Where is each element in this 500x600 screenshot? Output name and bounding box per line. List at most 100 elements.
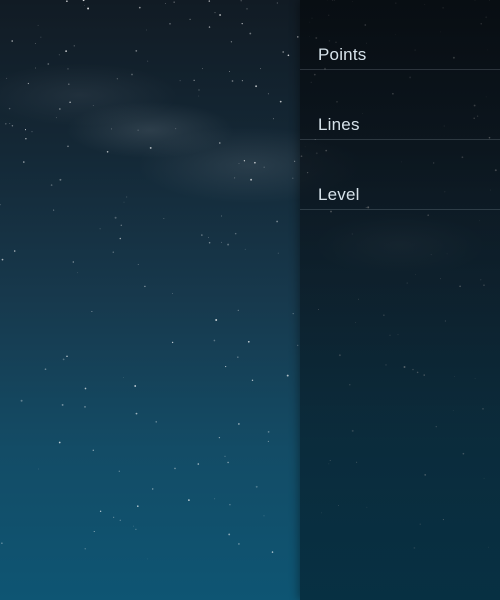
star: [172, 293, 173, 294]
star: [55, 117, 57, 119]
star: [123, 377, 124, 378]
star: [9, 123, 11, 124]
star: [276, 220, 278, 223]
star: [237, 356, 239, 358]
star: [53, 209, 55, 211]
star: [5, 123, 7, 125]
star: [294, 160, 296, 162]
star: [255, 85, 258, 88]
star: [276, 2, 278, 4]
star: [61, 403, 64, 406]
star: [135, 412, 138, 415]
star: [66, 355, 68, 358]
star: [106, 151, 109, 153]
star: [227, 461, 229, 464]
star: [179, 80, 181, 82]
star: [234, 232, 237, 235]
star: [273, 118, 274, 120]
lines-label: Lines: [318, 115, 360, 134]
star: [8, 107, 11, 110]
star: [282, 51, 285, 53]
star: [99, 228, 101, 230]
star: [1, 258, 4, 261]
star: [231, 80, 234, 82]
star: [189, 18, 191, 21]
star: [126, 196, 128, 198]
star: [237, 309, 239, 312]
star: [66, 0, 68, 3]
star: [133, 525, 134, 527]
lines-row: Lines: [300, 70, 500, 140]
star: [69, 101, 71, 104]
star: [119, 519, 121, 521]
points-label: Points: [318, 45, 367, 64]
star: [198, 89, 200, 91]
star: [221, 241, 222, 243]
star: [13, 250, 16, 252]
star: [286, 374, 289, 377]
star: [123, 201, 125, 203]
star: [207, 236, 209, 238]
star: [111, 128, 113, 130]
star: [297, 36, 299, 38]
star: [155, 421, 157, 423]
star: [62, 358, 65, 361]
star: [59, 178, 62, 181]
star: [120, 224, 123, 226]
star: [198, 95, 200, 97]
star: [116, 78, 118, 80]
star: [224, 455, 226, 457]
star: [83, 5, 85, 6]
star: [250, 178, 253, 181]
star: [227, 243, 230, 246]
star: [292, 177, 294, 179]
star: [113, 516, 115, 518]
star: [267, 431, 270, 433]
star: [37, 24, 39, 26]
star: [267, 440, 269, 442]
star: [137, 505, 139, 507]
star: [277, 252, 279, 254]
star: [151, 488, 154, 490]
star: [255, 485, 258, 488]
star: [77, 272, 79, 274]
star: [164, 3, 166, 5]
star: [58, 441, 61, 444]
star: [271, 551, 274, 553]
star: [138, 6, 141, 9]
star: [91, 310, 93, 312]
star: [40, 36, 42, 38]
star: [93, 531, 95, 533]
star: [247, 340, 250, 343]
star: [169, 23, 171, 25]
star: [229, 71, 230, 72]
star: [27, 82, 30, 85]
star: [208, 26, 211, 28]
star: [254, 161, 256, 164]
star: [243, 160, 246, 162]
star: [197, 463, 200, 465]
star: [92, 449, 94, 451]
star: [234, 177, 236, 179]
star: [221, 215, 222, 217]
star: [279, 100, 282, 103]
star: [144, 285, 146, 288]
star: [244, 248, 246, 250]
star: [119, 237, 122, 240]
star: [11, 40, 13, 42]
star: [112, 251, 115, 253]
star: [175, 128, 177, 130]
star: [35, 67, 37, 69]
star: [38, 468, 39, 470]
star: [146, 558, 148, 560]
star: [251, 379, 254, 382]
star: [287, 54, 290, 57]
star: [135, 50, 138, 52]
star: [92, 105, 94, 107]
star: [296, 344, 299, 347]
star: [173, 1, 175, 3]
star: [241, 22, 243, 25]
star: [213, 339, 216, 342]
star: [137, 129, 139, 131]
star: [263, 166, 265, 168]
